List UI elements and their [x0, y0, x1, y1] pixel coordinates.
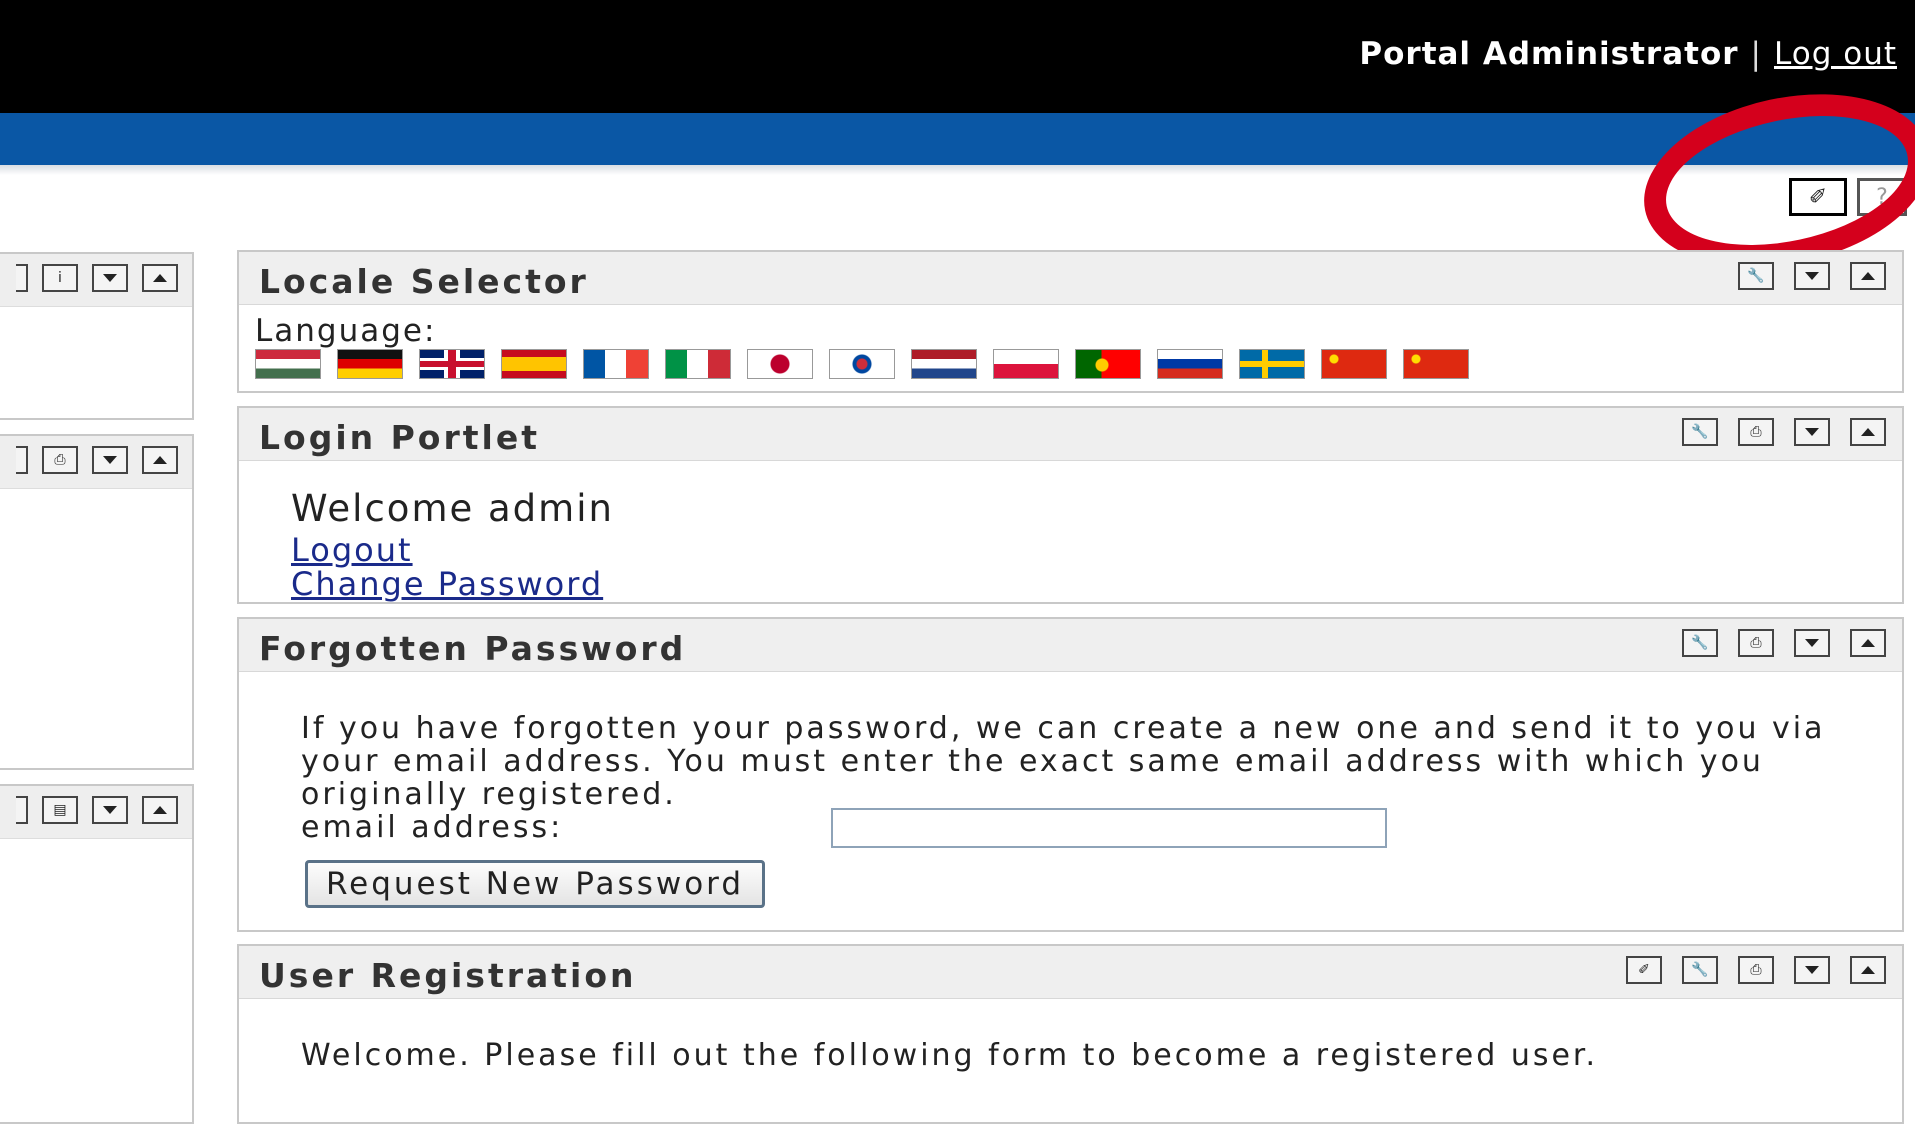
portlet-tools: 🔧 ⎙ [1682, 629, 1886, 657]
flag-italian-icon[interactable] [665, 349, 731, 379]
maximize-icon[interactable] [1850, 956, 1886, 984]
portlet-title: Locale Selector [259, 262, 589, 301]
maximize-icon[interactable] [142, 264, 178, 292]
left-portlet-tools: ⎙ [16, 446, 178, 474]
settings-icon[interactable]: 🔧 [1682, 956, 1718, 984]
flag-swedish-icon[interactable] [1239, 349, 1305, 379]
user-area: Portal Administrator | Log out [1359, 36, 1897, 72]
minimize-icon[interactable] [1794, 956, 1830, 984]
left-portlet-tools: ▤ [16, 796, 178, 824]
maximize-icon[interactable] [1850, 418, 1886, 446]
info-icon[interactable]: i [42, 264, 78, 292]
change-password-link[interactable]: Change Password [291, 565, 603, 603]
forgotten-password-portlet: Forgotten Password 🔧 ⎙ If you have forgo… [237, 617, 1904, 932]
flag-english-icon[interactable] [419, 349, 485, 379]
print-icon[interactable]: ⎙ [42, 446, 78, 474]
flag-korean-icon[interactable] [829, 349, 895, 379]
left-portlet-header: ▤ [0, 786, 192, 839]
maximize-icon[interactable] [142, 796, 178, 824]
minimize-icon[interactable] [92, 446, 128, 474]
request-new-password-button[interactable]: Request New Password [305, 860, 766, 908]
welcome-text: Welcome admin [291, 487, 614, 530]
print-icon[interactable]: ⎙ [1738, 956, 1774, 984]
left-portlet-header: ⎙ [0, 436, 192, 489]
maximize-icon[interactable] [142, 446, 178, 474]
help-icon[interactable]: ? [1857, 178, 1907, 216]
partial-icon[interactable] [16, 446, 28, 474]
forgotten-password-description: If you have forgotten your password, we … [301, 711, 1826, 812]
edit-mode-icon[interactable]: ✐ [1789, 178, 1847, 216]
top-header-bar: Portal Administrator | Log out [0, 0, 1915, 113]
settings-icon[interactable]: 🔧 [1738, 262, 1774, 290]
left-portlet-2: ⎙ [0, 434, 194, 770]
email-label: email address: [301, 810, 564, 845]
nav-shadow [0, 165, 1915, 175]
flag-polish-icon[interactable] [993, 349, 1059, 379]
minimize-icon[interactable] [1794, 418, 1830, 446]
minimize-icon[interactable] [1794, 262, 1830, 290]
flag-portuguese-icon[interactable] [1075, 349, 1141, 379]
portlet-title: Login Portlet [259, 418, 540, 457]
portlet-header: User Registration ✐ 🔧 ⎙ [239, 946, 1902, 999]
flag-dutch-icon[interactable] [911, 349, 977, 379]
login-portlet: Login Portlet 🔧 ⎙ Welcome admin Logout C… [237, 406, 1904, 604]
portlet-header: Forgotten Password 🔧 ⎙ [239, 619, 1902, 672]
registration-description: Welcome. Please fill out the following f… [301, 1038, 1599, 1073]
language-label: Language: [255, 313, 437, 349]
document-icon[interactable]: ▤ [42, 796, 78, 824]
minimize-icon[interactable] [92, 264, 128, 292]
settings-icon[interactable]: 🔧 [1682, 418, 1718, 446]
left-portlet-3: ▤ [0, 784, 194, 1124]
partial-icon[interactable] [16, 796, 28, 824]
minimize-icon[interactable] [92, 796, 128, 824]
print-icon[interactable]: ⎙ [1738, 418, 1774, 446]
print-icon[interactable]: ⎙ [1738, 629, 1774, 657]
settings-icon[interactable]: 🔧 [1682, 629, 1718, 657]
header-separator: | [1750, 36, 1762, 72]
portlet-title: User Registration [259, 956, 637, 995]
portlet-tools: ✐ 🔧 ⎙ [1626, 956, 1886, 984]
portlet-header: Login Portlet 🔧 ⎙ [239, 408, 1902, 461]
flag-chinese-traditional-icon[interactable] [1403, 349, 1469, 379]
left-portlet-1: i [0, 252, 194, 420]
navigation-bar [0, 113, 1915, 165]
flag-chinese-simplified-icon[interactable] [1321, 349, 1387, 379]
user-registration-portlet: User Registration ✐ 🔧 ⎙ Welcome. Please … [237, 944, 1904, 1124]
portlet-tools: 🔧 [1738, 262, 1886, 290]
flag-list [255, 349, 1469, 379]
logout-link[interactable]: Logout [291, 531, 413, 569]
flag-russian-icon[interactable] [1157, 349, 1223, 379]
page-mode-tools: ✐ ? [1789, 178, 1907, 216]
portlet-header: Locale Selector 🔧 [239, 252, 1902, 305]
header-logout-link[interactable]: Log out [1774, 36, 1897, 72]
flag-spanish-icon[interactable] [501, 349, 567, 379]
flag-hungarian-icon[interactable] [255, 349, 321, 379]
flag-german-icon[interactable] [337, 349, 403, 379]
partial-icon[interactable] [16, 264, 28, 292]
left-portlet-tools: i [16, 264, 178, 292]
email-field[interactable] [831, 808, 1387, 848]
edit-icon[interactable]: ✐ [1626, 956, 1662, 984]
portlet-title: Forgotten Password [259, 629, 687, 668]
user-name: Portal Administrator [1359, 36, 1739, 72]
maximize-icon[interactable] [1850, 262, 1886, 290]
flag-japanese-icon[interactable] [747, 349, 813, 379]
portlet-tools: 🔧 ⎙ [1682, 418, 1886, 446]
left-portlet-header: i [0, 254, 192, 307]
locale-selector-portlet: Locale Selector 🔧 Language: [237, 250, 1904, 393]
flag-french-icon[interactable] [583, 349, 649, 379]
maximize-icon[interactable] [1850, 629, 1886, 657]
minimize-icon[interactable] [1794, 629, 1830, 657]
